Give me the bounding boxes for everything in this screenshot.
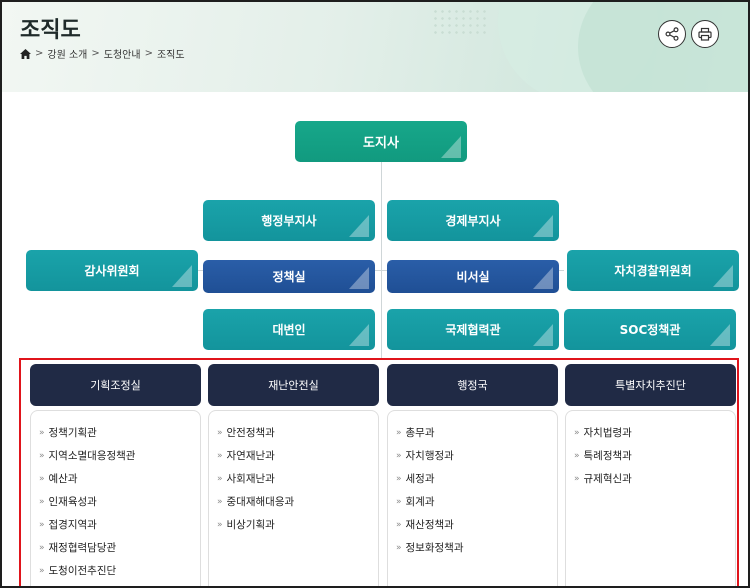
org-box-label: 감사위원회 (84, 264, 140, 278)
org-box-soc[interactable]: SOC정책관 (564, 309, 736, 350)
org-box-label: SOC정책관 (619, 323, 681, 337)
leaf-deco-icon (441, 136, 461, 158)
org-box-spokesperson[interactable]: 대변인 (203, 309, 375, 350)
breadcrumb-item: 조직도 (156, 50, 185, 61)
breadcrumb-item[interactable]: 도청안내 (104, 46, 141, 61)
org-box-label: 도지사 (363, 136, 399, 151)
org-box-label: 행정부지사 (261, 214, 317, 228)
org-box-intl[interactable]: 국제협력관 (387, 309, 559, 350)
connector-line (381, 162, 382, 358)
breadcrumb: > 강원 소개 > 도청안내 > 조직도 (20, 46, 185, 61)
org-box-label: 정책실 (272, 270, 306, 284)
leaf-deco-icon (349, 215, 369, 237)
leaf-deco-icon (349, 324, 369, 346)
org-box-governor[interactable]: 도지사 (295, 121, 467, 162)
org-box-label: 자치경찰위원회 (614, 264, 692, 278)
org-box-policy[interactable]: 정책실 (203, 260, 375, 293)
leaf-deco-icon (713, 265, 733, 287)
chevron-right-icon: > (91, 48, 100, 59)
page-header: 조직도 > 강원 소개 > 도청안내 > 조직도 (2, 2, 748, 92)
org-box-vice-econ[interactable]: 경제부지사 (387, 200, 559, 241)
share-icon (665, 27, 679, 41)
home-icon[interactable] (20, 48, 31, 59)
leaf-deco-icon (533, 324, 553, 346)
org-box-label: 대변인 (272, 323, 306, 337)
org-box-audit[interactable]: 감사위원회 (26, 250, 198, 291)
leaf-deco-icon (710, 324, 730, 346)
share-button[interactable] (658, 20, 686, 48)
page-frame: 조직도 > 강원 소개 > 도청안내 > 조직도 도지사 행정부지사 경제부지사… (0, 0, 750, 588)
org-box-label: 비서실 (456, 270, 490, 284)
leaf-deco-icon (172, 265, 192, 287)
highlight-box (19, 358, 739, 586)
leaf-deco-icon (533, 215, 553, 237)
leaf-deco-icon (349, 267, 369, 289)
org-box-label: 국제협력관 (445, 323, 501, 337)
page-title: 조직도 (20, 18, 81, 43)
org-box-police[interactable]: 자치경찰위원회 (567, 250, 739, 291)
header-dot-pattern (432, 8, 488, 38)
header-decoration (578, 2, 748, 92)
print-icon (698, 27, 712, 41)
org-box-vice-admin[interactable]: 행정부지사 (203, 200, 375, 241)
chevron-right-icon: > (35, 48, 44, 59)
chevron-right-icon: > (144, 48, 153, 59)
org-box-label: 경제부지사 (445, 214, 501, 228)
org-box-secretary[interactable]: 비서실 (387, 260, 559, 293)
leaf-deco-icon (533, 267, 553, 289)
breadcrumb-item[interactable]: 강원 소개 (47, 46, 87, 61)
print-button[interactable] (691, 20, 719, 48)
